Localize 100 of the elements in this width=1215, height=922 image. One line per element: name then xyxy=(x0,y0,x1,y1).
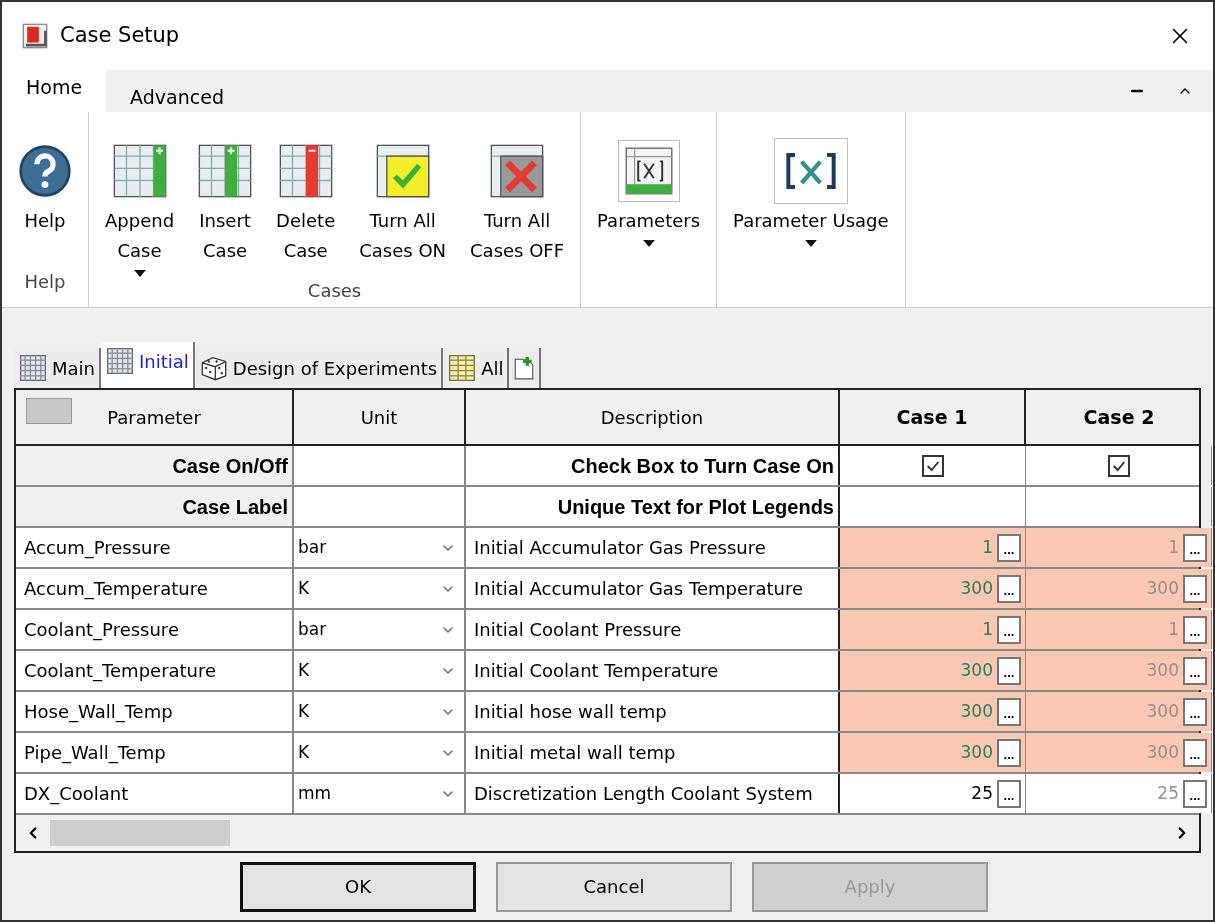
sheet-tab[interactable]: Design of Experiments xyxy=(194,348,444,388)
column-header: Case 1 xyxy=(896,404,968,430)
ribbon-button[interactable]: Parameter Usage xyxy=(729,124,893,247)
case-value-field[interactable]: 300 ... xyxy=(840,569,1026,608)
browse-button[interactable]: ... xyxy=(997,697,1021,726)
grid-icon xyxy=(18,355,48,381)
parameter-description: Initial Accumulator Gas Pressure xyxy=(474,536,766,560)
case-value-field[interactable]: 300 ... xyxy=(1026,733,1212,772)
check-grid-icon xyxy=(375,144,430,198)
row-description: Unique Text for Plot Legends xyxy=(557,494,834,520)
grid-add-icon xyxy=(198,144,253,198)
case-checkbox[interactable] xyxy=(921,454,944,477)
column-header: Unit xyxy=(360,405,398,430)
case-value: 300 xyxy=(960,576,994,600)
dropdown-icon xyxy=(133,270,146,277)
parameter-name: Hose_Wall_Temp xyxy=(24,700,173,725)
browse-button[interactable]: ... xyxy=(997,738,1021,767)
case-value-field[interactable]: 300 ... xyxy=(1026,651,1212,690)
sheet-tab[interactable]: Main xyxy=(14,348,101,388)
ribbon-button[interactable]: Append Case xyxy=(101,124,179,277)
browse-button[interactable]: ... xyxy=(997,533,1021,562)
case-value: 25 xyxy=(971,781,994,805)
browse-button[interactable]: ... xyxy=(1183,574,1207,603)
case-value: 1 xyxy=(982,617,994,641)
case-value: 300 xyxy=(1146,576,1180,600)
new-sheet-tab[interactable] xyxy=(509,348,542,388)
ribbon-button[interactable]: Parameters xyxy=(593,124,705,247)
case-value: 300 xyxy=(1146,658,1180,682)
dropdown-icon xyxy=(642,240,655,247)
parameter-description: Initial Accumulator Gas Temperature xyxy=(474,577,803,601)
case-value: 1 xyxy=(1168,535,1180,559)
case-value: 300 xyxy=(960,699,994,723)
parameter-table-icon xyxy=(617,140,680,202)
case-value-field[interactable]: 1 ... xyxy=(1026,528,1212,567)
ribbon-button[interactable]: Turn All Cases OFF xyxy=(466,124,569,266)
case-value: 25 xyxy=(1157,781,1180,805)
parameter-name: Accum_Temperature xyxy=(24,577,208,602)
scrollbar-thumb[interactable] xyxy=(50,820,230,846)
grid-add-icon xyxy=(112,144,167,198)
case-value: 1 xyxy=(1168,617,1180,641)
browse-button[interactable]: ... xyxy=(1183,533,1207,562)
browse-button[interactable]: ... xyxy=(997,779,1021,808)
case-value-field[interactable]: 1 ... xyxy=(1026,610,1212,649)
parameter-name: Coolant_Pressure xyxy=(24,618,179,643)
browse-button[interactable]: ... xyxy=(1183,615,1207,644)
ribbon-tab[interactable]: Advanced xyxy=(106,70,248,112)
group-label: Help xyxy=(23,270,67,294)
browse-button[interactable]: ... xyxy=(997,574,1021,603)
parameter-description: Discretization Length Coolant System xyxy=(474,782,813,806)
group-label: Cases xyxy=(306,279,363,303)
case-value-field[interactable]: 300 ... xyxy=(840,651,1026,690)
grid-icon xyxy=(105,348,135,374)
new-page-icon xyxy=(513,356,536,380)
case-value-field[interactable]: 300 ... xyxy=(1026,692,1212,731)
case-value: 300 xyxy=(960,658,994,682)
parameter-name: DX_Coolant xyxy=(24,782,129,807)
case-value: 300 xyxy=(1146,740,1180,764)
browse-button[interactable]: ... xyxy=(997,615,1021,644)
column-header: Case 2 xyxy=(1083,404,1155,430)
browse-button[interactable]: ... xyxy=(1183,738,1207,767)
sheet-tab[interactable]: All xyxy=(443,348,510,388)
cross-grid-icon xyxy=(490,144,545,198)
row-description: Check Box to Turn Case On xyxy=(571,453,834,479)
app-logo-icon xyxy=(22,23,48,49)
case-value: 300 xyxy=(1146,699,1180,723)
case-value-field[interactable]: 300 ... xyxy=(1026,569,1212,608)
browse-button[interactable]: ... xyxy=(1183,656,1207,685)
case-checkbox[interactable] xyxy=(1107,454,1130,477)
browse-button[interactable]: ... xyxy=(997,656,1021,685)
ribbon-tab[interactable]: Home xyxy=(2,70,107,112)
variable-icon xyxy=(773,138,848,204)
ribbon-button[interactable]: Insert Case xyxy=(194,124,257,266)
parameter-name: Accum_Pressure xyxy=(24,536,171,561)
browse-button[interactable]: ... xyxy=(1183,779,1207,808)
parameter-name: Coolant_Temperature xyxy=(24,659,217,684)
case-value-field[interactable]: 300 ... xyxy=(840,733,1026,772)
table-icon xyxy=(447,355,478,381)
sheet-tab[interactable]: Initial xyxy=(101,342,195,388)
column-header: Description xyxy=(600,405,704,430)
parameter-description: Initial Coolant Temperature xyxy=(474,659,719,683)
dialog-button[interactable]: Cancel xyxy=(496,861,732,912)
ribbon-button[interactable]: Help xyxy=(14,124,76,236)
case-value-field[interactable]: 1 ... xyxy=(840,528,1026,567)
browse-button[interactable]: ... xyxy=(1183,697,1207,726)
case-value: 1 xyxy=(982,535,994,559)
parameter-description: Initial Coolant Pressure xyxy=(474,618,682,642)
row-header: Case Label xyxy=(182,494,288,520)
dialog-button[interactable]: OK xyxy=(240,861,476,912)
parameter-description: Initial metal wall temp xyxy=(474,741,676,765)
column-header: Parameter xyxy=(107,405,201,430)
dropdown-icon xyxy=(804,240,817,247)
ribbon-button[interactable]: Delete Case xyxy=(272,124,340,266)
row-header: Case On/Off xyxy=(172,453,288,479)
case-value-field[interactable]: 1 ... xyxy=(840,610,1026,649)
parameter-name: Pipe_Wall_Temp xyxy=(24,741,166,766)
help-icon xyxy=(18,144,72,198)
grid-remove-icon xyxy=(278,144,333,198)
window-title: Case Setup xyxy=(60,22,180,50)
ribbon-button[interactable]: Turn All Cases ON xyxy=(355,124,451,266)
case-value-field[interactable]: 300 ... xyxy=(840,692,1026,731)
